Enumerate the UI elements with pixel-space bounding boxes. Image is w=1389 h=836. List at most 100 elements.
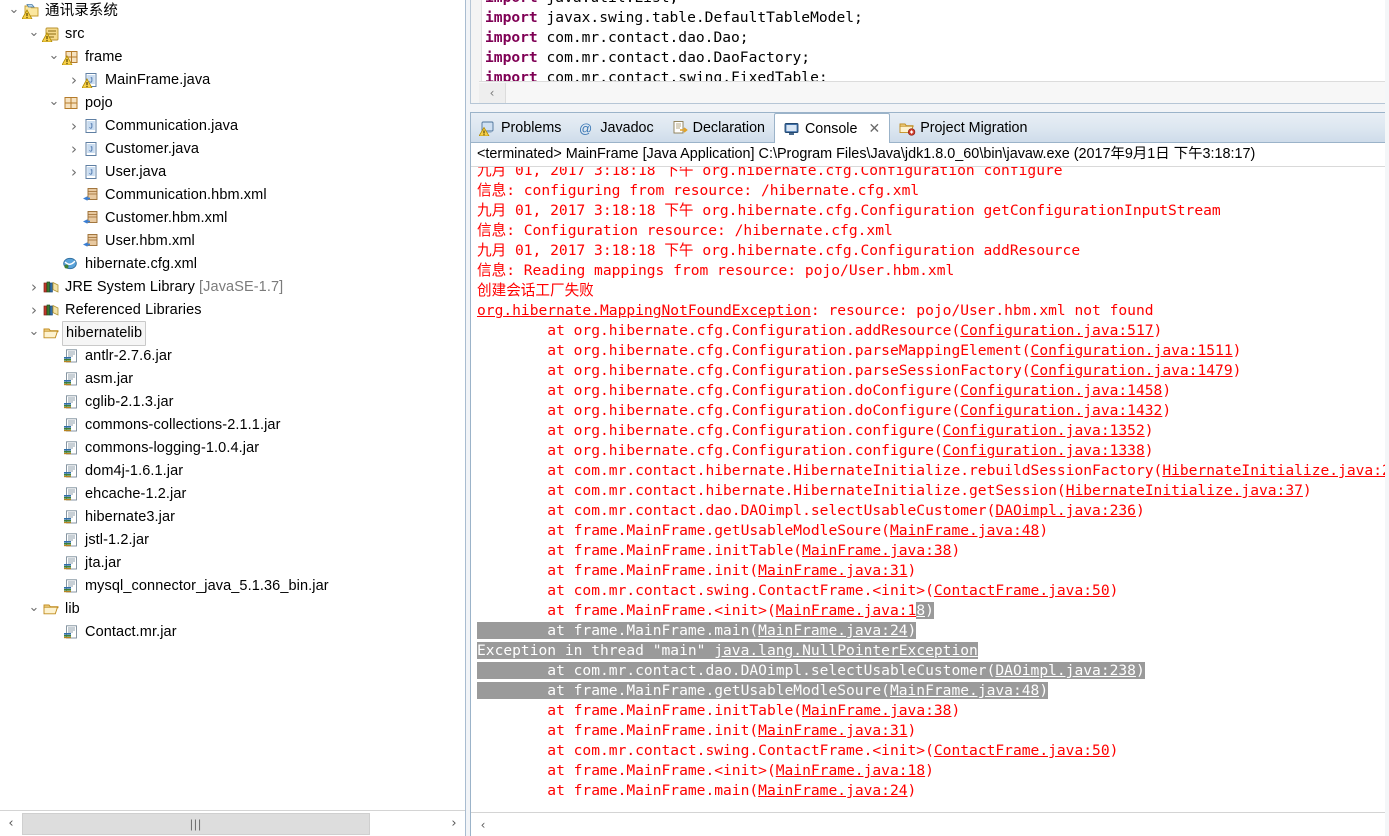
- scrollbar-thumb[interactable]: |||: [22, 812, 370, 835]
- stack-trace-link[interactable]: MainFrame.java:24: [758, 782, 907, 799]
- console-output[interactable]: 九月 01, 2017 3:18:18 下午 org.hibernate.cfg…: [471, 167, 1389, 818]
- view-tab-bar[interactable]: Problems @ Javadoc Declaration Console ✕ Proje…: [471, 113, 1389, 143]
- chevron-right-icon[interactable]: ›: [26, 276, 42, 299]
- chevron-down-icon[interactable]: ⌄: [26, 601, 42, 617]
- tree-item-antlr-2.7.6.jar[interactable]: antlr-2.7.6.jar: [0, 345, 464, 368]
- stack-trace-link[interactable]: java.lang.NullPointerException: [714, 642, 978, 659]
- stack-trace-link[interactable]: HibernateInitialize.java:37: [1066, 482, 1303, 499]
- tree-item-frame[interactable]: ⌄ frame: [0, 46, 464, 69]
- scrollbar-track[interactable]: |||: [22, 812, 443, 836]
- tree-item-asm.jar[interactable]: asm.jar: [0, 368, 464, 391]
- tree-item-jstl-1.2.jar[interactable]: jstl-1.2.jar: [0, 529, 464, 552]
- tab-label: Declaration: [692, 120, 765, 136]
- scroll-right-arrow-icon[interactable]: ›: [443, 812, 465, 836]
- chevron-right-icon[interactable]: ›: [66, 161, 82, 184]
- tree-item-pojo[interactable]: ⌄ pojo: [0, 92, 464, 115]
- tree-item-commons-collections-2.1.1.jar[interactable]: commons-collections-2.1.1.jar: [0, 414, 464, 437]
- console-text: at frame.MainFrame.getUsableModleSoure(: [477, 522, 890, 539]
- tree-item-customer.java[interactable]: › J Customer.java: [0, 138, 464, 161]
- tree-item-user.java[interactable]: › J User.java: [0, 161, 464, 184]
- stack-trace-link[interactable]: MainFrame.java:48: [890, 522, 1039, 539]
- console-text: ): [925, 762, 934, 779]
- console-text: ): [1232, 362, 1242, 379]
- console-line: at org.hibernate.cfg.Configuration.parse…: [477, 361, 1389, 381]
- editor-code[interactable]: import java.util.List;import javax.swing…: [485, 0, 863, 88]
- stack-trace-link[interactable]: Configuration.java:1338: [943, 442, 1145, 459]
- tree-item-user.hbm.xml[interactable]: User.hbm.xml: [0, 230, 464, 253]
- stack-trace-link[interactable]: ContactFrame.java:50: [934, 742, 1110, 759]
- tree-item-mainframe.java[interactable]: › J MainFrame.java: [0, 69, 464, 92]
- tab-project-migration[interactable]: Project Migration: [890, 114, 1036, 142]
- stack-trace-link[interactable]: Configuration.java:1511: [1031, 342, 1233, 359]
- java-editor[interactable]: import java.util.List;import javax.swing…: [470, 0, 1386, 104]
- stack-trace-link[interactable]: MainFrame.java:24: [758, 622, 908, 639]
- chevron-down-icon[interactable]: ⌄: [6, 3, 22, 19]
- stack-trace-link[interactable]: MainFrame.java:1: [776, 602, 917, 619]
- tree-item-ehcache-1.2.jar[interactable]: ehcache-1.2.jar: [0, 483, 464, 506]
- stack-trace-link[interactable]: Configuration.java:1479: [1031, 362, 1233, 379]
- chevron-right-icon[interactable]: ›: [66, 138, 82, 161]
- console-text: at com.mr.contact.dao.DAOimpl.selectUsab…: [477, 662, 996, 679]
- console-line: 九月 01, 2017 3:18:18 下午 org.hibernate.cfg…: [477, 202, 1221, 219]
- stack-trace-link[interactable]: DAOimpl.java:238: [995, 662, 1136, 679]
- tab-declaration[interactable]: Declaration: [663, 114, 774, 142]
- stack-trace-link[interactable]: org.hibernate.MappingNotFoundException: [477, 302, 811, 319]
- tree-item-hibernate.cfg.xml[interactable]: hibernate.cfg.xml: [0, 253, 464, 276]
- tree-item-hibernatelib[interactable]: ⌄ hibernatelib: [0, 321, 464, 346]
- close-icon[interactable]: ✕: [868, 122, 880, 136]
- chevron-right-icon[interactable]: ›: [26, 299, 42, 322]
- stack-trace-link[interactable]: MainFrame.java:31: [758, 562, 907, 579]
- stack-trace-link[interactable]: MainFrame.java:31: [758, 722, 907, 739]
- stack-trace-link[interactable]: ContactFrame.java:50: [934, 582, 1110, 599]
- console-scroll-left-arrow-icon[interactable]: ‹: [471, 814, 495, 836]
- chevron-right-icon[interactable]: ›: [66, 69, 82, 92]
- console-line: at frame.MainFrame.initTable(MainFrame.j…: [477, 701, 1389, 721]
- tree-item-jre-system-library[interactable]: › JRE System Library [JavaSE-1.7]: [0, 276, 464, 299]
- tree-item-jta.jar[interactable]: jta.jar: [0, 552, 464, 575]
- tree-item-hibernate3.jar[interactable]: hibernate3.jar: [0, 506, 464, 529]
- tab-console[interactable]: Console ✕: [773, 113, 891, 143]
- tree-item-contact.mr.jar[interactable]: Contact.mr.jar: [0, 621, 464, 644]
- console-text: ): [1162, 382, 1172, 399]
- tree-item-customer.hbm.xml[interactable]: Customer.hbm.xml: [0, 207, 464, 230]
- stack-trace-link[interactable]: Configuration.java:1458: [960, 382, 1162, 399]
- tree-item-lib[interactable]: ⌄ lib: [0, 598, 464, 621]
- tree-item-dom4j-1.6.1.jar[interactable]: dom4j-1.6.1.jar: [0, 460, 464, 483]
- tree-item-referenced-libraries[interactable]: › Referenced Libraries: [0, 299, 464, 322]
- tree-item-mysql_connector_java_5.1.36_bin.jar[interactable]: mysql_connector_java_5.1.36_bin.jar: [0, 575, 464, 598]
- stack-trace-link[interactable]: Configuration.java:517: [960, 322, 1153, 339]
- editor-horizontal-scrollbar[interactable]: ‹: [479, 81, 1385, 103]
- console-text: ): [1232, 342, 1242, 359]
- tree-item-communication.java[interactable]: › J Communication.java: [0, 115, 464, 138]
- chevron-down-icon[interactable]: ⌄: [26, 325, 42, 341]
- stack-trace-link[interactable]: MainFrame.java:38: [802, 542, 951, 559]
- stack-trace-link[interactable]: HibernateInitialize.java:25: [1162, 462, 1389, 479]
- stack-trace-link[interactable]: MainFrame.java:48: [889, 682, 1040, 699]
- stack-trace-link[interactable]: Configuration.java:1432: [960, 402, 1162, 419]
- tree-item-communication.hbm.xml[interactable]: Communication.hbm.xml: [0, 184, 464, 207]
- tree-item-label: cglib-2.1.3.jar: [85, 394, 174, 410]
- explorer-horizontal-scrollbar[interactable]: ‹ ||| ›: [0, 810, 465, 836]
- tree-item-cglib-2.1.3.jar[interactable]: cglib-2.1.3.jar: [0, 391, 464, 414]
- tree-item-commons-logging-1.0.4.jar[interactable]: commons-logging-1.0.4.jar: [0, 437, 464, 460]
- stack-trace-link[interactable]: MainFrame.java:38: [802, 702, 951, 719]
- chevron-down-icon[interactable]: ⌄: [26, 26, 42, 42]
- chevron-down-icon[interactable]: ⌄: [46, 95, 62, 111]
- project-tree[interactable]: ⌄ 通讯录系统 ⌄ src ⌄ frame › J MainFrame.java ⌄ pojo › J C…: [0, 0, 464, 810]
- chevron-down-icon[interactable]: ⌄: [46, 49, 62, 65]
- stack-trace-link[interactable]: 8: [916, 602, 926, 619]
- tree-item-label: 通讯录系统: [45, 3, 118, 19]
- chevron-right-icon[interactable]: ›: [66, 115, 82, 138]
- tab-javadoc[interactable]: @ Javadoc: [570, 114, 662, 142]
- scroll-left-arrow-icon[interactable]: ‹: [0, 812, 22, 836]
- tree-item--[interactable]: ⌄ 通讯录系统: [0, 0, 464, 23]
- tab-problems[interactable]: Problems: [471, 114, 570, 142]
- console-line: at com.mr.contact.hibernate.HibernateIni…: [477, 481, 1389, 501]
- stack-trace-link[interactable]: Configuration.java:1352: [943, 422, 1145, 439]
- jar-icon: [62, 417, 81, 434]
- tree-item-src[interactable]: ⌄ src: [0, 23, 464, 46]
- console-horizontal-scrollbar[interactable]: ‹: [471, 812, 1389, 836]
- stack-trace-link[interactable]: MainFrame.java:18: [776, 762, 925, 779]
- editor-scroll-left-arrow-icon[interactable]: ‹: [479, 82, 506, 103]
- stack-trace-link[interactable]: DAOimpl.java:236: [995, 502, 1136, 519]
